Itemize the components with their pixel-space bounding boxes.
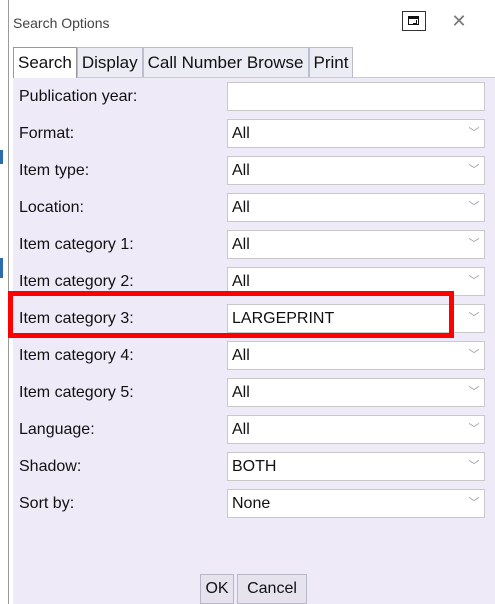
chevron-down-icon[interactable]: ﹀: [464, 194, 484, 221]
background-mark: [0, 150, 3, 164]
ok-button[interactable]: OK: [200, 574, 234, 604]
field-label: Item category 2:: [19, 273, 134, 290]
chevron-down-icon[interactable]: ﹀: [464, 231, 484, 258]
item-category-5-select[interactable]: All ﹀: [227, 378, 485, 407]
field-value: All: [232, 162, 250, 179]
field-label: Format:: [19, 125, 75, 142]
row-item-category-2: Item category 2: All ﹀: [13, 263, 495, 300]
item-type-select[interactable]: All ﹀: [227, 156, 485, 185]
row-sort-by: Sort by: None ﹀: [13, 485, 495, 522]
field-label: Item category 5:: [19, 384, 134, 401]
row-item-category-5: Item category 5: All ﹀: [13, 374, 495, 411]
field-label: Language:: [19, 421, 95, 438]
field-label: Item category 4:: [19, 347, 134, 364]
item-category-3-select[interactable]: LARGEPRINT ﹀: [227, 304, 485, 333]
row-item-type: Item type: All ﹀: [13, 152, 495, 189]
field-label: Sort by:: [19, 495, 75, 512]
chevron-down-icon[interactable]: ﹀: [464, 157, 484, 184]
field-label: Item category 1:: [19, 236, 134, 253]
row-language: Language: All ﹀: [13, 411, 495, 448]
field-value: All: [232, 273, 250, 290]
field-value: All: [232, 199, 250, 216]
row-item-category-4: Item category 4: All ﹀: [13, 337, 495, 374]
restore-button[interactable]: [402, 11, 426, 31]
row-item-category-3: Item category 3: LARGEPRINT ﹀: [13, 300, 495, 337]
chevron-down-icon[interactable]: ﹀: [464, 268, 484, 295]
field-value: All: [232, 347, 250, 364]
tab-search[interactable]: Search: [13, 47, 77, 78]
field-label: Publication year:: [19, 88, 138, 105]
search-options-dialog: Search Options ✕ Search Display Call Num…: [8, 0, 495, 604]
search-panel: Publication year: Format: All ﹀ Item typ…: [13, 77, 495, 604]
chevron-down-icon[interactable]: ﹀: [464, 490, 484, 517]
sort-by-select[interactable]: None ﹀: [227, 489, 485, 518]
chevron-down-icon[interactable]: ﹀: [464, 416, 484, 443]
item-category-4-select[interactable]: All ﹀: [227, 341, 485, 370]
field-label: Location:: [19, 199, 84, 216]
shadow-select[interactable]: BOTH ﹀: [227, 452, 485, 481]
publication-year-input[interactable]: [227, 82, 485, 111]
field-value: All: [232, 384, 250, 401]
field-value: None: [232, 495, 271, 512]
format-select[interactable]: All ﹀: [227, 119, 485, 148]
window-title: Search Options: [13, 15, 110, 31]
tab-display[interactable]: Display: [76, 47, 143, 77]
field-value: All: [232, 421, 250, 438]
language-select[interactable]: All ﹀: [227, 415, 485, 444]
chevron-down-icon[interactable]: ﹀: [464, 120, 484, 147]
item-category-1-select[interactable]: All ﹀: [227, 230, 485, 259]
row-format: Format: All ﹀: [13, 115, 495, 152]
item-category-2-select[interactable]: All ﹀: [227, 267, 485, 296]
chevron-down-icon[interactable]: ﹀: [464, 342, 484, 369]
row-item-category-1: Item category 1: All ﹀: [13, 226, 495, 263]
close-button[interactable]: ✕: [449, 10, 469, 32]
tab-call-number-browse[interactable]: Call Number Browse: [142, 47, 309, 77]
tab-print[interactable]: Print: [308, 47, 354, 77]
field-label: Item type:: [19, 162, 90, 179]
field-value: All: [232, 236, 250, 253]
chevron-down-icon[interactable]: ﹀: [464, 453, 484, 480]
field-value: All: [232, 125, 250, 142]
row-publication-year: Publication year:: [13, 78, 495, 115]
tab-bar: Search Display Call Number Browse Print: [13, 47, 354, 78]
field-value: BOTH: [232, 458, 277, 475]
row-shadow: Shadow: BOTH ﹀: [13, 448, 495, 485]
chevron-down-icon[interactable]: ﹀: [464, 305, 484, 332]
field-value: LARGEPRINT: [232, 310, 335, 327]
restore-icon: [408, 16, 419, 25]
cancel-button[interactable]: Cancel: [237, 574, 307, 604]
background-mark: [0, 258, 3, 278]
row-location: Location: All ﹀: [13, 189, 495, 226]
title-bar: Search Options ✕: [9, 0, 495, 42]
dialog-buttons: OK Cancel: [0, 574, 495, 604]
location-select[interactable]: All ﹀: [227, 193, 485, 222]
field-label: Shadow:: [19, 458, 82, 475]
close-icon: ✕: [451, 11, 467, 31]
field-label: Item category 3:: [19, 310, 134, 327]
chevron-down-icon[interactable]: ﹀: [464, 379, 484, 406]
